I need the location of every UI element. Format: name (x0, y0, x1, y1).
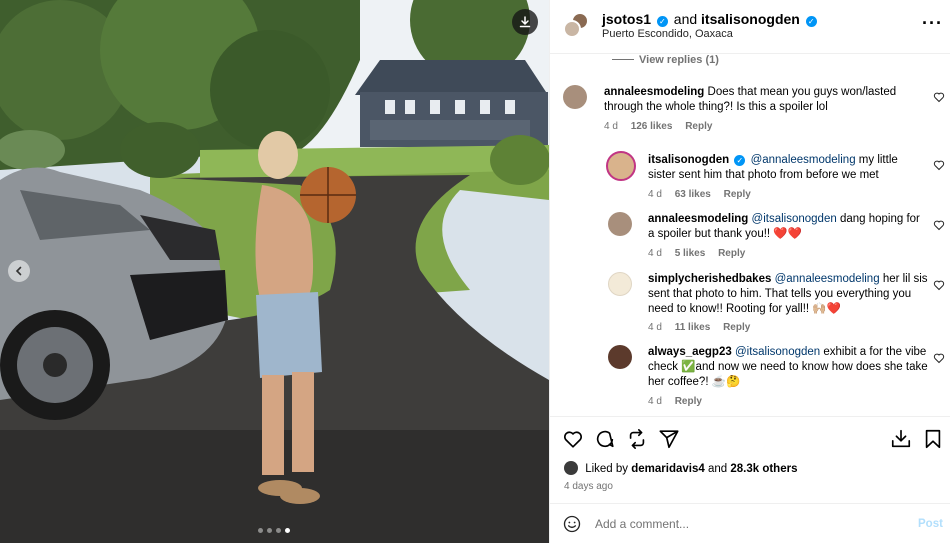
comment-meta: 4 d 5 likes Reply (648, 248, 755, 259)
reply-button[interactable]: Reply (724, 189, 751, 200)
comment-mention[interactable]: @annaleesmodeling (775, 273, 880, 285)
download-icon[interactable] (890, 428, 912, 450)
divider-line (612, 59, 634, 60)
post-actions (550, 428, 950, 450)
comment-time: 4 d (648, 189, 662, 200)
comment-likes[interactable]: 63 likes (675, 189, 711, 200)
comment-likes[interactable]: 11 likes (675, 322, 711, 333)
carousel-indicator (258, 528, 290, 533)
comment-time: 4 d (648, 248, 662, 259)
likes-others[interactable]: 28.3k others (730, 463, 797, 475)
emoji-icon[interactable] (563, 515, 581, 533)
comment-meta: 4 d 11 likes Reply (648, 322, 760, 333)
comment-username[interactable]: annaleesmodeling (604, 86, 704, 98)
share-icon[interactable] (658, 428, 680, 450)
comment-body: simplycherishedbakes @annaleesmodeling h… (648, 272, 928, 317)
comment-input[interactable] (595, 514, 895, 534)
post-header: jsotos1 ✓ and itsalisonogden ✓ Puerto Es… (550, 0, 950, 54)
repost-icon[interactable] (626, 428, 648, 450)
comment-time: 4 d (604, 121, 618, 132)
divider (550, 416, 950, 417)
add-comment-bar: Post (550, 503, 950, 543)
view-replies-button[interactable]: View replies (1) (612, 54, 719, 66)
heart-icon[interactable] (562, 428, 584, 450)
avatar[interactable] (608, 272, 632, 296)
carousel-dot (276, 528, 281, 533)
comment-icon[interactable] (594, 428, 616, 450)
comment-body: itsalisonogden ✓ @annaleesmodeling my li… (648, 153, 913, 183)
comment-username[interactable]: always_aegp23 (648, 346, 732, 358)
comment-meta: 4 d 126 likes Reply (604, 121, 722, 132)
comment-meta: 4 d Reply (648, 396, 712, 407)
avatar (563, 20, 581, 38)
post-photo (0, 0, 549, 543)
download-icon (519, 16, 531, 28)
download-button[interactable] (512, 9, 538, 35)
comment-mention[interactable]: @itsalisonogden (752, 213, 837, 225)
avatar[interactable] (563, 85, 587, 109)
verified-icon: ✓ (734, 155, 746, 166)
avatar[interactable] (608, 345, 632, 369)
house (355, 60, 548, 147)
view-replies-label: View replies (1) (639, 54, 719, 66)
likes-prefix: Liked by (585, 463, 629, 475)
comment-username[interactable]: itsalisonogden (648, 154, 729, 166)
collab-avatars[interactable] (563, 12, 589, 38)
comment-body: always_aegp23 @itsalisonogden exhibit a … (648, 345, 928, 390)
bookmark-icon[interactable] (922, 428, 944, 450)
comment-body: annaleesmodeling Does that mean you guys… (604, 85, 924, 115)
reply-button[interactable]: Reply (718, 248, 745, 259)
reply-button[interactable]: Reply (675, 396, 702, 407)
comment-meta: 4 d 63 likes Reply (648, 189, 761, 200)
post-authors: jsotos1 ✓ and itsalisonogden ✓ (602, 11, 819, 27)
post-comment-button[interactable]: Post (918, 518, 943, 530)
post-image (0, 0, 549, 543)
heart-icon[interactable] (933, 159, 945, 171)
chevron-left-icon (15, 266, 22, 276)
verified-icon: ✓ (805, 16, 817, 27)
heart-icon[interactable] (933, 352, 945, 364)
comment-mention[interactable]: @itsalisonogden (735, 346, 820, 358)
post-location[interactable]: Puerto Escondido, Oaxaca (602, 28, 733, 40)
heart-icon[interactable] (933, 91, 945, 103)
comment-likes[interactable]: 5 likes (675, 248, 706, 259)
carousel-dot (258, 528, 263, 533)
carousel-dot-active (285, 528, 290, 533)
more-icon: ··· (922, 13, 943, 33)
carousel-prev-button[interactable] (8, 260, 30, 282)
comment-time: 4 d (648, 396, 662, 407)
comment-username[interactable]: annaleesmodeling (648, 213, 748, 225)
heart-icon[interactable] (933, 279, 945, 291)
post-details-panel: jsotos1 ✓ and itsalisonogden ✓ Puerto Es… (549, 0, 950, 543)
likes-summary: Liked by demaridavis4 and 28.3k others (564, 461, 797, 475)
post-timestamp[interactable]: 4 days ago (564, 481, 613, 492)
comment-time: 4 d (648, 322, 662, 333)
author-username[interactable]: jsotos1 (602, 11, 651, 27)
likes-conjunction: and (707, 463, 728, 475)
comment-likes[interactable]: 126 likes (631, 121, 673, 132)
carousel-dot (267, 528, 272, 533)
heart-icon[interactable] (933, 219, 945, 231)
author-username[interactable]: itsalisonogden (701, 11, 800, 27)
comment-mention[interactable]: @annaleesmodeling (751, 154, 856, 166)
avatar[interactable] (606, 151, 636, 181)
liker-username[interactable]: demaridavis4 (631, 463, 705, 475)
verified-icon: ✓ (656, 16, 668, 27)
author-conjunction: and (673, 11, 698, 27)
comment-body: annaleesmodeling @itsalisonogden dang ho… (648, 212, 928, 242)
avatar (564, 461, 578, 475)
avatar[interactable] (608, 212, 632, 236)
reply-button[interactable]: Reply (685, 121, 712, 132)
reply-button[interactable]: Reply (723, 322, 750, 333)
comment-username[interactable]: simplycherishedbakes (648, 273, 771, 285)
more-options-button[interactable]: ··· (922, 13, 943, 34)
